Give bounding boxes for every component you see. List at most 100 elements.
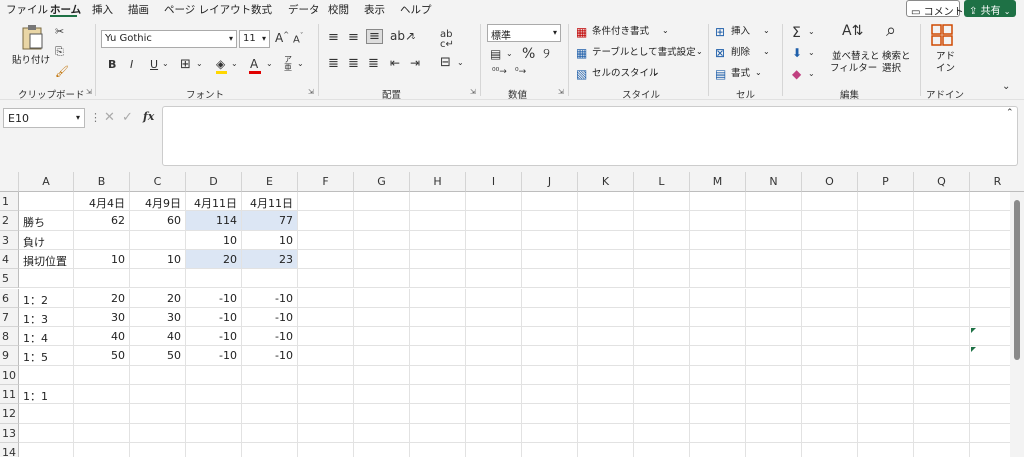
row-header[interactable]: 5 [0,269,19,289]
cell-A1[interactable] [19,192,74,212]
cell-D10[interactable] [186,365,242,385]
cell-Q2[interactable] [914,211,970,231]
cell-Q1[interactable] [914,192,970,212]
cell-N4[interactable] [746,249,802,270]
cell-A2[interactable]: 勝ち [19,211,74,231]
comment-button[interactable]: ▭ コメント [906,0,964,18]
column-header[interactable]: R [970,172,1024,192]
cell-H12[interactable] [410,404,466,424]
cell-P6[interactable] [858,288,914,308]
cell-D3[interactable]: 10 [186,230,242,250]
cell-D14[interactable] [186,442,242,457]
cell-styles-button[interactable]: ▧ セルのスタイル ⌄ [576,68,666,84]
cell-Q7[interactable] [914,307,970,328]
cell-L10[interactable] [634,365,690,385]
cell-N3[interactable] [746,230,802,250]
cell-L8[interactable] [634,327,690,347]
align-center-icon[interactable]: ≣ [348,57,359,70]
autosum-icon[interactable]: Σ [792,26,801,40]
cell-K12[interactable] [578,404,634,424]
cell-O8[interactable] [802,327,858,347]
cell-O6[interactable] [802,288,858,308]
font-launcher-icon[interactable]: ⇲ [308,88,314,96]
cell-F5[interactable] [298,269,354,289]
chevron-down-icon[interactable]: ⌄ [266,60,273,68]
cell-G7[interactable] [354,307,410,328]
wrap-text-icon[interactable]: ab c↵ [440,30,454,50]
border-icon[interactable]: ⊞ [180,58,191,71]
share-button[interactable]: ⇪ 共有 ⌄ [964,0,1016,17]
cell-L5[interactable] [634,269,690,289]
addins-button[interactable]: アド イン [926,22,960,82]
cell-F11[interactable] [298,385,354,405]
cell-Q12[interactable] [914,404,970,424]
copy-icon[interactable]: ⎘ [55,46,64,57]
cell-N1[interactable] [746,192,802,212]
cell-Q9[interactable] [914,346,970,366]
tab-view[interactable]: 表示 [364,2,385,17]
cell-I9[interactable] [466,346,522,366]
cell-D2[interactable]: 114 [186,211,242,231]
cell-G10[interactable] [354,365,410,385]
cell-K3[interactable] [578,230,634,250]
column-header[interactable]: F [298,172,354,192]
cell-H6[interactable] [410,288,466,308]
chevron-down-icon[interactable]: ⌄ [196,60,203,68]
cell-B14[interactable] [74,442,130,457]
cell-H7[interactable] [410,307,466,328]
cell-E3[interactable]: 10 [242,230,298,250]
cell-C5[interactable] [130,269,186,289]
column-header[interactable]: B [74,172,130,192]
cell-G1[interactable] [354,192,410,212]
cell-I5[interactable] [466,269,522,289]
cell-H13[interactable] [410,423,466,443]
cell-A13[interactable] [19,423,74,443]
name-box[interactable]: E10 ▾ [3,108,85,128]
cell-Q11[interactable] [914,385,970,405]
cell-I14[interactable] [466,442,522,457]
cell-M3[interactable] [690,230,746,250]
sort-filter-button[interactable]: A⇅ 並べ替えと フィルター [830,22,880,82]
cell-O11[interactable] [802,385,858,405]
cell-E8[interactable]: -10 [242,327,298,347]
cell-O7[interactable] [802,307,858,328]
cell-O3[interactable] [802,230,858,250]
cell-I1[interactable] [466,192,522,212]
cell-G2[interactable] [354,211,410,231]
cell-H9[interactable] [410,346,466,366]
row-header[interactable]: 11 [0,385,19,405]
cell-J3[interactable] [522,230,578,250]
chevron-down-icon[interactable]: ⌄ [297,60,304,68]
column-header[interactable]: A [19,172,74,192]
cell-K10[interactable] [578,365,634,385]
column-header[interactable]: J [522,172,578,192]
cell-D1[interactable]: 4月11日 [186,192,242,212]
cell-D4[interactable]: 20 [186,249,242,270]
cell-J5[interactable] [522,269,578,289]
cell-P11[interactable] [858,385,914,405]
cell-J8[interactable] [522,327,578,347]
cell-F3[interactable] [298,230,354,250]
cell-Q3[interactable] [914,230,970,250]
cell-P1[interactable] [858,192,914,212]
decrease-indent-icon[interactable]: ⇤ [390,57,400,69]
cell-B5[interactable] [74,269,130,289]
cell-P9[interactable] [858,346,914,366]
cell-Q14[interactable] [914,442,970,457]
row-header[interactable]: 6 [0,288,19,308]
cell-F4[interactable] [298,249,354,270]
cell-Q10[interactable] [914,365,970,385]
cell-Q4[interactable] [914,249,970,270]
cell-N8[interactable] [746,327,802,347]
cell-B10[interactable] [74,365,130,385]
cell-J1[interactable] [522,192,578,212]
shrink-font-button[interactable]: Aˇ [293,33,303,45]
row-header[interactable]: 3 [0,230,19,250]
tab-file[interactable]: ファイル [6,2,48,17]
cell-O10[interactable] [802,365,858,385]
cell-I8[interactable] [466,327,522,347]
cell-B1[interactable]: 4月4日 [74,192,130,212]
cell-B3[interactable] [74,230,130,250]
fill-color-icon[interactable]: ◈ [216,58,225,70]
row-header[interactable]: 2 [0,211,19,231]
